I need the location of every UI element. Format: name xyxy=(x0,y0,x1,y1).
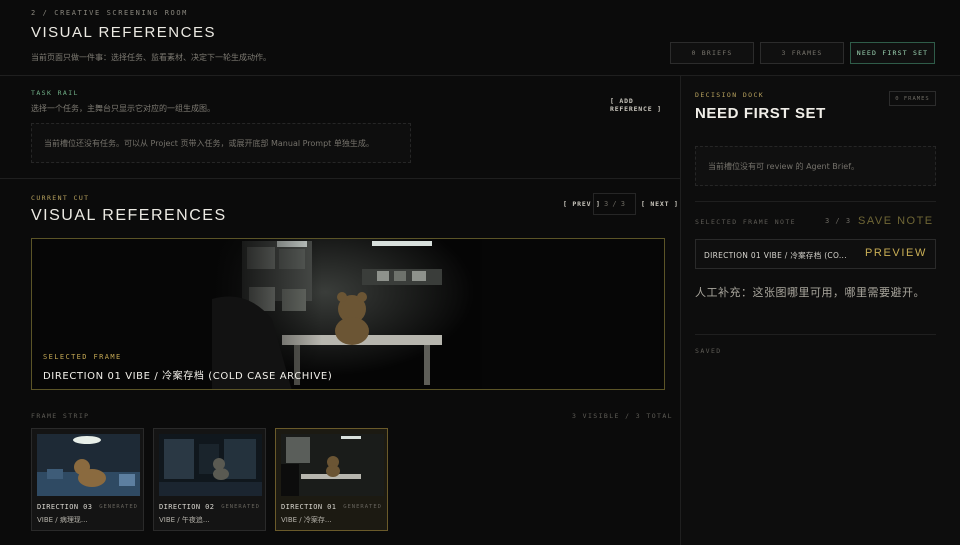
add-reference-button[interactable]: [ ADD REFERENCE ] xyxy=(610,97,680,113)
thumb-image xyxy=(37,434,140,496)
frame-thumb-direction-01[interactable]: DIRECTION 01 VIBE / 冷案存... GENERATED xyxy=(275,428,388,531)
frame-strip-count: 3 VISIBLE / 3 TOTAL xyxy=(572,412,673,420)
thumb-title: DIRECTION 01 xyxy=(281,503,337,511)
task-empty-state: 当前槽位还没有任务。可以从 Project 页带入任务，或展开底部 Manual… xyxy=(31,123,411,163)
agent-brief-empty-state: 当前槽位没有可 review 的 Agent Brief。 xyxy=(695,146,936,186)
generated-badge: GENERATED xyxy=(99,504,138,510)
briefs-button[interactable]: 0 BRIEFS xyxy=(670,42,754,64)
generated-badge: GENERATED xyxy=(221,504,260,510)
generated-badge: GENERATED xyxy=(343,504,382,510)
selected-frame-note-label: SELECTED FRAME NOTE xyxy=(695,218,796,226)
note-count: 3 / 3 xyxy=(825,217,852,225)
selected-frame-title: DIRECTION 01 VIBE / 冷案存档 (COLD CASE ARCH… xyxy=(43,371,333,382)
thumb-subtitle: VIBE / 病理现... xyxy=(37,516,88,524)
frame-thumb-direction-03[interactable]: DIRECTION 03 VIBE / 病理现... GENERATED xyxy=(31,428,144,531)
main-stage: TASK RAIL 选择一个任务，主舞台只显示它对应的一组生成图。 [ ADD … xyxy=(0,76,680,545)
page-header: 2 / CREATIVE SCREENING ROOM VISUAL REFER… xyxy=(0,0,960,76)
next-button[interactable]: [ NEXT ] xyxy=(641,200,679,208)
frame-strip-label: FRAME STRIP xyxy=(31,412,90,420)
frames-count-badge: 0 FRAMES xyxy=(889,91,936,106)
task-rail: TASK RAIL 选择一个任务，主舞台只显示它对应的一组生成图。 [ ADD … xyxy=(0,76,680,179)
divider xyxy=(695,334,936,335)
saved-status: SAVED xyxy=(695,347,722,355)
divider xyxy=(695,201,936,202)
task-rail-note: 选择一个任务，主舞台只显示它对应的一组生成图。 xyxy=(31,104,215,113)
frame-thumb-direction-02[interactable]: DIRECTION 02 VIBE / 午夜追... GENERATED xyxy=(153,428,266,531)
selected-frame-label: SELECTED FRAME xyxy=(43,353,122,361)
current-cut-label: CURRENT CUT xyxy=(31,194,90,202)
thumb-subtitle: VIBE / 冷案存... xyxy=(281,516,332,524)
frame-note-input[interactable]: 人工补充：这张图哪里可用，哪里需要避开。 xyxy=(695,284,925,300)
thumb-subtitle: VIBE / 午夜追... xyxy=(159,516,210,524)
decision-dock-title: NEED FIRST SET xyxy=(695,105,826,122)
thumb-image xyxy=(159,434,262,496)
frame-counter: 3 / 3 xyxy=(593,193,636,215)
breadcrumb: 2 / CREATIVE SCREENING ROOM xyxy=(31,9,188,17)
page-subtitle: 当前页面只做一件事：选择任务、监看素材、决定下一轮生成动作。 xyxy=(31,53,271,62)
frames-button[interactable]: 3 FRAMES xyxy=(760,42,844,64)
selected-frame-name: DIRECTION 01 VIBE / 冷案存档 (CO... xyxy=(704,251,847,260)
task-rail-label: TASK RAIL xyxy=(31,89,79,97)
thumb-title: DIRECTION 02 xyxy=(159,503,215,511)
decision-dock: DECISION DOCK NEED FIRST SET 0 FRAMES 当前… xyxy=(680,76,960,545)
thumb-title: DIRECTION 03 xyxy=(37,503,93,511)
need-first-set-button[interactable]: NEED FIRST SET xyxy=(850,42,935,64)
current-cut-title: VISUAL REFERENCES xyxy=(31,207,227,224)
save-note-button[interactable]: SAVE NOTE xyxy=(858,215,934,227)
frame-viewer[interactable]: SELECTED FRAME DIRECTION 01 VIBE / 冷案存档 … xyxy=(31,238,665,390)
thumb-image xyxy=(281,434,384,496)
decision-dock-label: DECISION DOCK xyxy=(695,91,765,99)
selected-frame-pill: DIRECTION 01 VIBE / 冷案存档 (CO... PREVIEW xyxy=(695,239,936,269)
preview-button[interactable]: PREVIEW xyxy=(865,247,927,259)
page-title: VISUAL REFERENCES xyxy=(31,24,216,41)
